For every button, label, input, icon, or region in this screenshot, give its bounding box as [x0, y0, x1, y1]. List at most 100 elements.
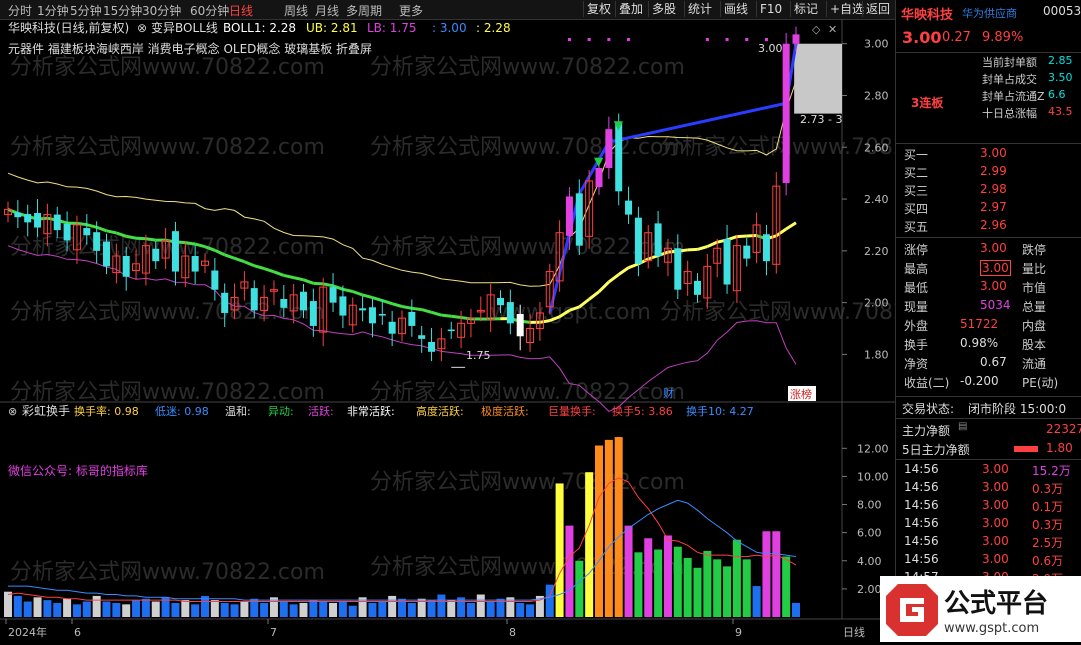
- toolbar-button-8[interactable]: 返回: [862, 1, 893, 17]
- turnover-bar: [625, 526, 633, 617]
- logo-url: www.gspt.com: [944, 621, 1039, 636]
- toolbar-button-6[interactable]: 标记: [790, 1, 821, 17]
- lb-label: LB: 1.75: [367, 21, 417, 35]
- signal-arrow-icon: ▼: [614, 118, 624, 132]
- turnover-bar: [753, 586, 761, 617]
- turnover-bar: [428, 600, 436, 617]
- tick-time-5: 14:56: [904, 552, 939, 566]
- sub-item-1: 低迷: 0.98: [155, 405, 209, 418]
- toolbar-button-0[interactable]: 复权: [583, 1, 614, 17]
- boll1-label: BOLL1: 2.28: [223, 21, 296, 35]
- seal-value-1: 3.50: [1048, 71, 1073, 84]
- toolbar-button-2[interactable]: 多股: [648, 1, 679, 17]
- tick-vol-5: 0.6万: [1032, 552, 1063, 569]
- watermark-7: 分析家公式网www.70822.com: [370, 380, 685, 405]
- mid-band-segment: [382, 301, 392, 304]
- seal-label-3: 十日总涨幅: [982, 105, 1037, 121]
- tab-8[interactable]: 月线: [315, 2, 339, 19]
- candle: [497, 298, 504, 305]
- seal-value-0: 2.85: [1048, 54, 1073, 67]
- stat-label2-0: 跌停: [1022, 241, 1046, 258]
- bid-price-0: 3.00: [980, 146, 1007, 160]
- turnover-bar: [24, 602, 32, 617]
- toolbar-button-4[interactable]: 画线: [720, 1, 751, 17]
- turnover-bar: [762, 531, 770, 617]
- tab-9[interactable]: 多周期: [346, 2, 382, 19]
- turnover-bar: [644, 538, 652, 617]
- price-tick-5: 2.00: [864, 297, 889, 310]
- collapse-icon[interactable]: ⊗: [137, 21, 147, 35]
- turnover-bar: [152, 602, 160, 617]
- seal-value-2: 6.6: [1048, 88, 1066, 101]
- price-change: 0.27: [942, 30, 971, 45]
- turnover-bar: [112, 603, 120, 617]
- turnover-bar: [516, 603, 524, 617]
- turnover-bar: [654, 550, 662, 617]
- turnover-bar: [181, 600, 189, 617]
- close-icon[interactable]: ✕: [828, 23, 837, 36]
- tab-10[interactable]: 更多: [399, 2, 423, 19]
- turnover-bar: [565, 526, 573, 617]
- turnover-bar: [63, 599, 71, 617]
- tab-6[interactable]: 日线: [229, 2, 253, 19]
- five-day-net-label: 5日主力净额: [902, 441, 970, 458]
- toolbar-button-3[interactable]: 统计: [684, 1, 715, 17]
- trade-status: 闭市阶段 15:00:0: [968, 400, 1066, 417]
- chart-area[interactable]: 分析家公式网www.70822.com 分析家公式网www.70822.com 分析…: [0, 19, 895, 642]
- turnover-bar: [132, 600, 140, 617]
- finance-badge[interactable]: 财: [663, 386, 674, 400]
- turnover-bar: [339, 602, 347, 617]
- mid-band-segment: [776, 229, 786, 236]
- sub-item-4: 活跃:: [308, 404, 334, 418]
- turnover-bar: [122, 604, 130, 617]
- sub-item-3: 异动:: [268, 405, 294, 418]
- tab-4[interactable]: 30分钟: [142, 2, 181, 19]
- bid-label-3: 买四: [904, 200, 928, 217]
- tab-5[interactable]: 60分钟: [190, 2, 229, 19]
- tab-0[interactable]: 分时: [8, 2, 32, 19]
- mid-band-segment: [451, 316, 461, 317]
- tab-2[interactable]: 5分钟: [70, 2, 102, 19]
- mid-band-segment: [432, 312, 442, 315]
- tick-time-4: 14:56: [904, 534, 939, 548]
- turnover-bar: [477, 595, 485, 617]
- watermark-url: www.gspt.com: [490, 300, 651, 325]
- turnover-bar: [14, 596, 22, 617]
- toolbar-button-5[interactable]: F10: [756, 1, 785, 17]
- stat-label2-6: 流通: [1022, 355, 1046, 372]
- zhangbang-badge[interactable]: 涨榜: [790, 387, 812, 401]
- candle: [576, 193, 583, 245]
- price-tick-6: 1.80: [864, 348, 889, 361]
- watermark-1: 分析家公式网www.70822.com: [370, 55, 685, 80]
- tab-3[interactable]: 15分钟: [103, 2, 142, 19]
- stat-value-0: 3.00: [980, 241, 1007, 255]
- candle: [428, 342, 435, 352]
- tab-7[interactable]: 周线: [284, 2, 308, 19]
- candle: [359, 308, 366, 310]
- list-icon[interactable]: ▤: [958, 421, 967, 432]
- five-day-net-bar: [1014, 446, 1038, 452]
- stat-label2-1: 量比: [1022, 260, 1046, 277]
- candle: [211, 271, 218, 290]
- seal-label-0: 当前封单额: [982, 54, 1037, 70]
- mid-band-segment: [126, 236, 136, 238]
- side-range-label: 2.73 - 3: [800, 113, 842, 126]
- sub-collapse-icon[interactable]: ⊗: [8, 405, 17, 418]
- bid-label-2: 买三: [904, 182, 928, 199]
- mid-band-segment: [284, 275, 294, 277]
- toolbar-button-1[interactable]: 叠加: [615, 1, 646, 17]
- watermark-0: 分析家公式网www.70822.com: [10, 55, 325, 80]
- tick-time-1: 14:56: [904, 480, 939, 494]
- candle: [763, 234, 770, 261]
- toolbar-button-7[interactable]: +自选: [826, 1, 867, 17]
- diamond-icon[interactable]: ◇: [812, 23, 821, 36]
- price-tick-1: 2.80: [864, 89, 889, 102]
- tab-1[interactable]: 1分钟: [37, 2, 69, 19]
- turnover-bar: [280, 602, 288, 617]
- candle: [783, 44, 790, 183]
- candle: [54, 215, 61, 231]
- wechat-label: 微信公众号: 标哥的指标库: [8, 463, 148, 478]
- candle: [605, 129, 612, 168]
- turnover-bar: [191, 604, 199, 617]
- breakout-line: [550, 44, 796, 313]
